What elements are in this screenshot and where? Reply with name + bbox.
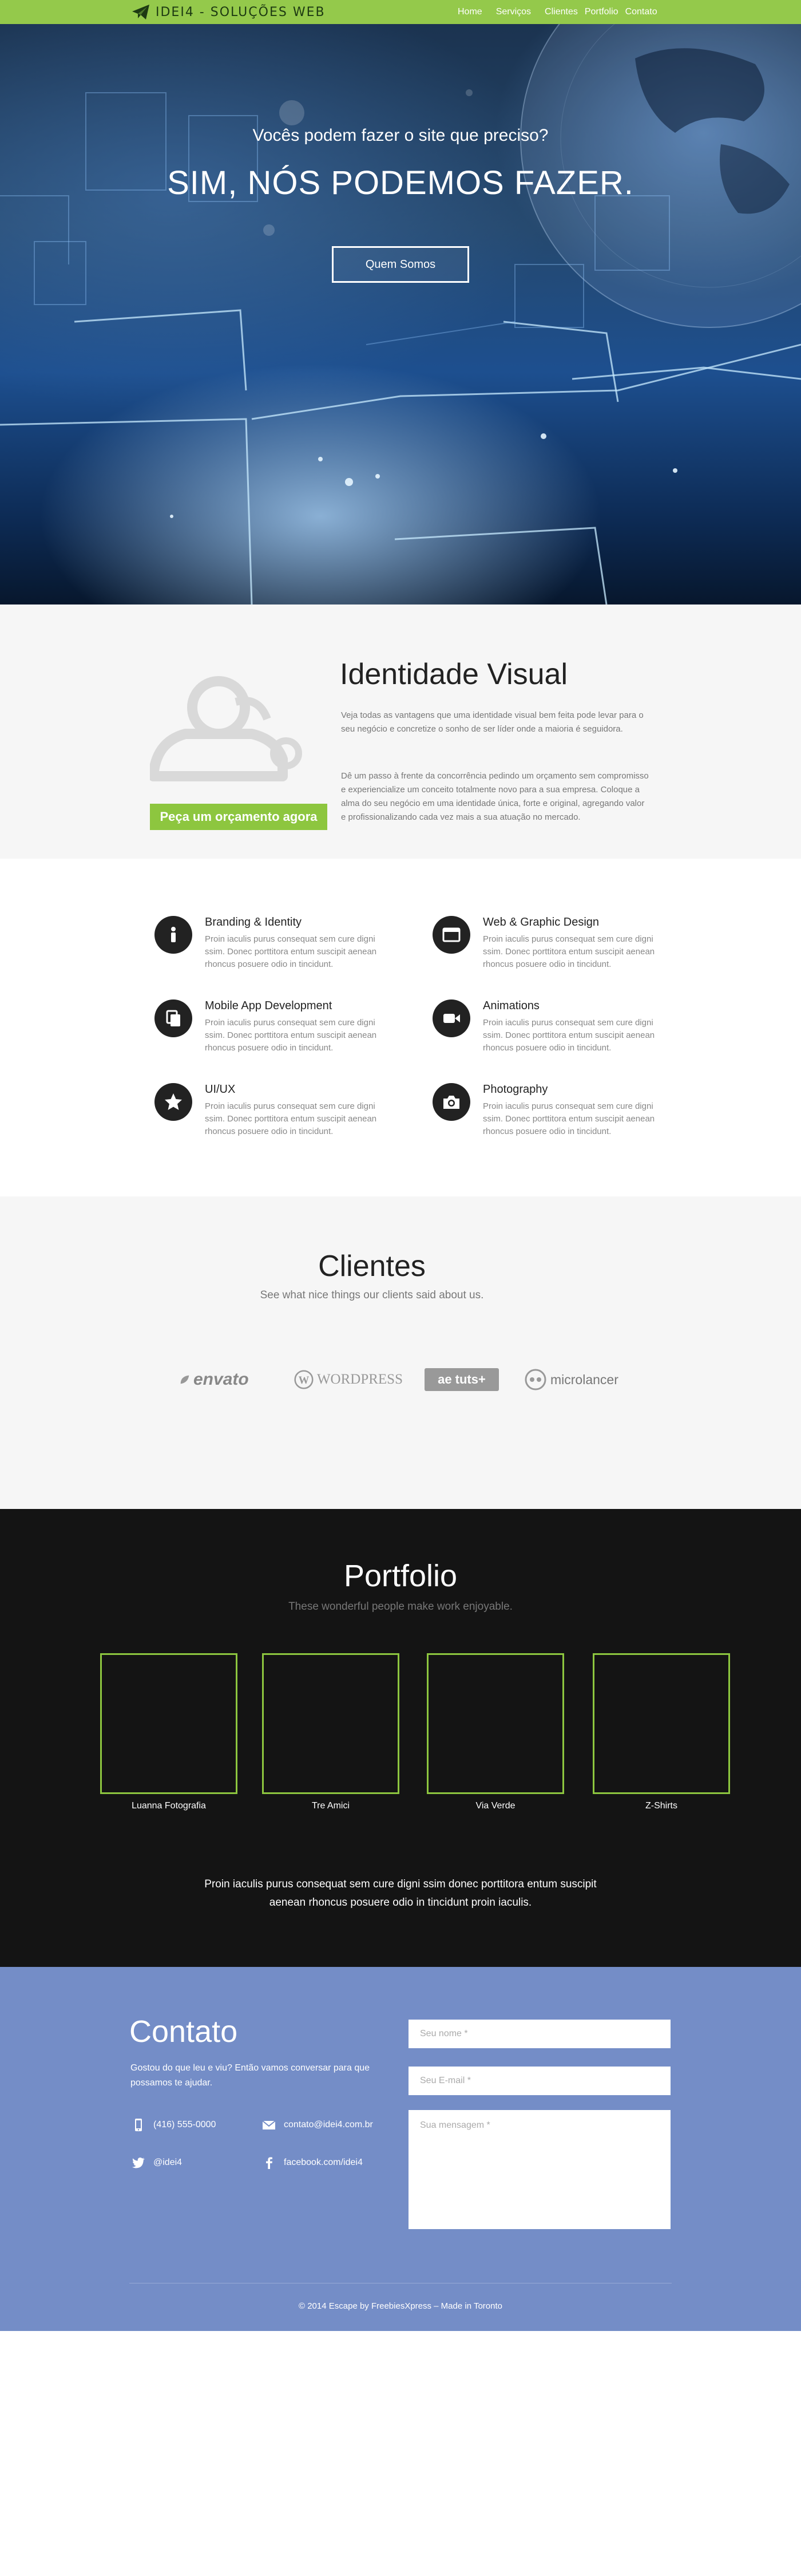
nav-link-home[interactable]: Home [458, 7, 482, 17]
portfolio-thumbnail[interactable] [593, 1653, 730, 1794]
service-description: Proin iaculis purus consequat sem cure d… [205, 1101, 377, 1136]
contact-phone-text: (416) 555-0000 [153, 2120, 216, 2129]
service-item: Branding & Identity Proin iaculis purus … [154, 916, 395, 979]
envato-leaf-icon [180, 1375, 189, 1384]
client-logo-label: microlancer [550, 1372, 618, 1387]
portfolio-item[interactable]: Via Verde [427, 1653, 564, 1811]
tuts-badge: ae tuts+ [425, 1368, 499, 1391]
service-title: Animations [483, 999, 540, 1012]
client-logo-wordpress[interactable]: W WORDPRESS [294, 1362, 403, 1397]
client-logo-label: envato [193, 1370, 249, 1389]
nav-link-servicos[interactable]: Serviços [496, 7, 531, 17]
service-title: Branding & Identity [205, 916, 302, 929]
portfolio-description: Proin iaculis purus consequat sem cure d… [204, 1878, 597, 1909]
copy-icon [154, 999, 192, 1037]
client-logo-tuts[interactable]: ae tuts+ [425, 1362, 500, 1397]
info-icon [154, 916, 192, 954]
portfolio-thumbnail[interactable] [100, 1653, 237, 1794]
hero-background-image [0, 24, 801, 605]
portfolio-item-label: Tre Amici [311, 1801, 350, 1811]
service-title: Photography [483, 1083, 548, 1096]
client-logo-microlancer[interactable]: microlancer [524, 1362, 627, 1397]
portfolio-item-label: Z-Shirts [645, 1801, 677, 1811]
nav-links: Home Serviços Clientes Portfolio Contato [458, 0, 671, 24]
portfolio-thumbnail[interactable] [427, 1653, 564, 1794]
portfolio-item-label: Via Verde [475, 1801, 516, 1811]
microlancer-icon [525, 1369, 546, 1390]
contact-facebook-text: facebook.com/idei4 [284, 2158, 363, 2167]
service-description: Proin iaculis purus consequat sem cure d… [483, 1018, 655, 1053]
video-camera-icon [433, 999, 470, 1037]
clientes-title: Clientes [318, 1250, 426, 1283]
nav-link-clientes[interactable]: Clientes [545, 7, 578, 17]
contact-twitter-text: @idei4 [153, 2158, 183, 2167]
service-title: Web & Graphic Design [483, 916, 600, 929]
service-description: Proin iaculis purus consequat sem cure d… [483, 1101, 655, 1136]
star-icon [154, 1083, 192, 1121]
camera-icon [433, 1083, 470, 1121]
nav-link-contato[interactable]: Contato [625, 7, 657, 17]
service-title: Mobile App Development [205, 999, 332, 1012]
message-textarea[interactable] [409, 2110, 671, 2229]
hero-title: SIM, NÓS PODEMOS FAZER. [167, 164, 634, 202]
portfolio-item[interactable]: Tre Amici [262, 1653, 399, 1811]
service-item: Mobile App Development Proin iaculis pur… [154, 999, 395, 1062]
service-item: Animations Proin iaculis purus consequat… [433, 999, 673, 1062]
brand-logo[interactable]: IDEI4 - SOLUÇÕES WEB [132, 3, 326, 21]
browser-window-icon [433, 916, 470, 954]
svg-text:W: W [299, 1374, 310, 1386]
client-logo-envato[interactable]: envato [179, 1362, 270, 1397]
portfolio-thumbnail[interactable] [262, 1653, 399, 1794]
contato-section: Contato Gostou do que leu e viu? Então v… [0, 1967, 801, 2331]
client-logo-label: WORDPRESS [316, 1372, 403, 1387]
wordpress-icon: W [294, 1370, 314, 1389]
quem-somos-button[interactable]: Quem Somos [332, 246, 469, 283]
portfolio-subtitle: These wonderful people make work enjoyab… [288, 1601, 513, 1613]
service-description: Proin iaculis purus consequat sem cure d… [205, 1018, 377, 1053]
hero-section: Vocês podem fazer o site que preciso? SI… [0, 24, 801, 605]
service-item: Web & Graphic Design Proin iaculis purus… [433, 916, 673, 979]
service-title: UI/UX [205, 1083, 236, 1096]
portfolio-item[interactable]: Luanna Fotografia [100, 1653, 237, 1811]
client-logo-label: tuts+ [455, 1372, 486, 1386]
contato-title: Contato [129, 2014, 238, 2049]
service-description: Proin iaculis purus consequat sem cure d… [483, 934, 655, 969]
portfolio-item-label: Luanna Fotografia [132, 1801, 206, 1811]
request-quote-button[interactable]: Peça um orçamento agora [150, 804, 327, 830]
services-section: Branding & Identity Proin iaculis purus … [0, 859, 801, 1196]
contact-email-text: contato@idei4.com.br [284, 2120, 373, 2129]
portfolio-section: Portfolio These wonderful people make wo… [0, 1509, 801, 1967]
nav-link-portfolio[interactable]: Portfolio [585, 7, 618, 17]
contato-intro: Gostou do que leu e viu? Então vamos con… [130, 2063, 370, 2088]
identidade-paragraph-2: Dê um passo à frente da concorrência ped… [341, 771, 649, 822]
clientes-section: Clientes See what nice things our client… [0, 1196, 801, 1509]
identidade-visual-section: Peça um orçamento agora Identidade Visua… [0, 605, 801, 859]
service-item: UI/UX Proin iaculis purus consequat sem … [154, 1083, 395, 1146]
identidade-title: Identidade Visual [340, 658, 568, 691]
hero-subtitle: Vocês podem fazer o site que preciso? [252, 126, 549, 145]
service-description: Proin iaculis purus consequat sem cure d… [205, 934, 377, 969]
paper-plane-icon [132, 5, 149, 19]
ae-icon: ae [438, 1372, 452, 1386]
contact-email[interactable]: contato@idei4.com.br [262, 2118, 373, 2132]
contact-facebook[interactable]: facebook.com/idei4 [262, 2156, 363, 2170]
facebook-icon [266, 2157, 272, 2169]
name-input[interactable] [409, 2020, 671, 2048]
service-item: Photography Proin iaculis purus consequa… [433, 1083, 673, 1146]
client-logos: envato W WORDPRESS ae tuts+ microlancer [179, 1362, 636, 1397]
mobile-phone-icon [135, 2119, 142, 2131]
footer-copyright: © 2014 Escape by FreebiesXpress – Made i… [299, 2301, 502, 2311]
envelope-icon [262, 2120, 276, 2129]
contact-twitter[interactable]: @idei4 [132, 2156, 182, 2170]
twitter-icon [132, 2158, 145, 2168]
email-input[interactable] [409, 2067, 671, 2095]
contact-phone: (416) 555-0000 [132, 2118, 216, 2132]
portfolio-item[interactable]: Z-Shirts [593, 1653, 730, 1811]
users-icon [150, 676, 302, 781]
clientes-subtitle: See what nice things our clients said ab… [260, 1289, 484, 1301]
portfolio-title: Portfolio [343, 1559, 458, 1593]
identidade-paragraph-1: Veja todas as vantagens que uma identida… [341, 710, 644, 734]
brand-name: IDEI4 - SOLUÇÕES WEB [156, 5, 326, 19]
top-navbar: IDEI4 - SOLUÇÕES WEB Home Serviços Clien… [0, 0, 801, 24]
